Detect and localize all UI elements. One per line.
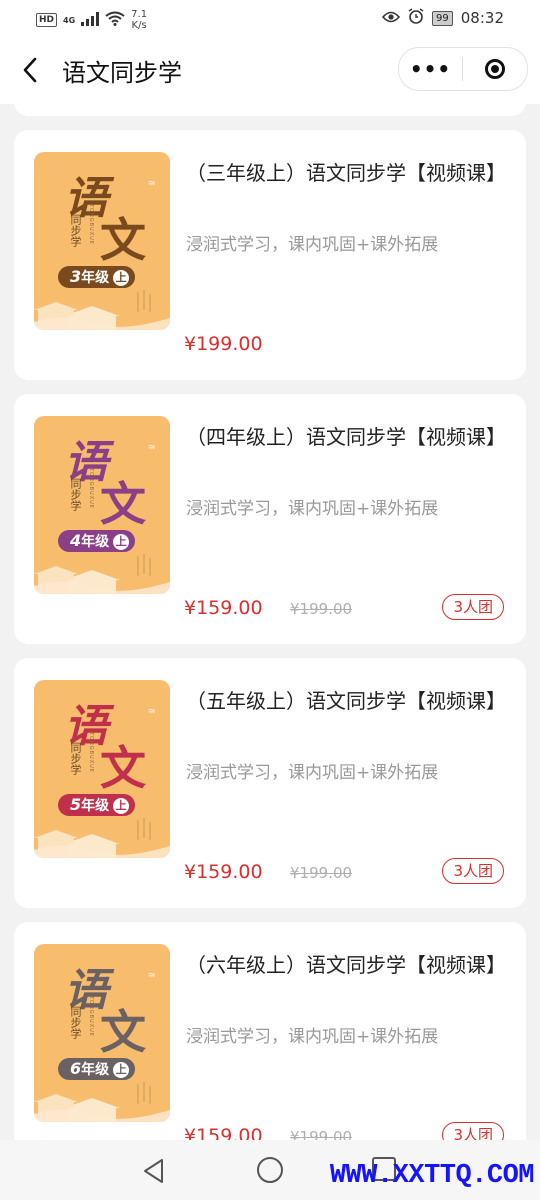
battery-icon: 99 xyxy=(432,10,453,26)
course-description: 浸润式学习，课内巩固+课外拓展 xyxy=(186,1027,439,1047)
cover-subtitle: 同步学 xyxy=(69,1006,82,1039)
cover-subtitle: 同步学 xyxy=(69,214,82,247)
course-cover[interactable]: ≃ 语同步学 TONGBUXUE 文 4年级上 xyxy=(34,416,170,594)
course-description: 浸润式学习，课内巩固+课外拓展 xyxy=(186,763,439,783)
page-title: 语文同步学 xyxy=(62,59,182,87)
close-button[interactable] xyxy=(463,59,526,79)
course-title[interactable]: （五年级上）语文同步学【视频课】 xyxy=(186,686,506,717)
alarm-icon xyxy=(408,8,424,28)
course-card[interactable]: ≃ 语同步学 TONGBUXUE 文 3年级上（三年级上）语文同步学【视频课】 浸润式学习… xyxy=(14,130,526,380)
watermark: WWW.XXTTQ.COM xyxy=(329,1161,535,1191)
cover-wen-char: 文 xyxy=(100,477,146,531)
course-description: 浸润式学习，课内巩固+课外拓展 xyxy=(186,235,439,255)
course-cover[interactable]: ≃ 语同步学 TONGBUXUE 文 3年级上 xyxy=(34,152,170,330)
status-right: 99 08:32 xyxy=(381,8,504,28)
eye-icon xyxy=(381,9,401,27)
course-title[interactable]: （三年级上）语文同步学【视频课】 xyxy=(186,158,506,189)
cover-wen-char: 文 xyxy=(100,741,146,795)
course-price: ¥159.00 xyxy=(184,1125,263,1140)
cloud-icon: ≃ xyxy=(147,706,156,717)
cover-pinyin: TONGBUXUE xyxy=(88,996,94,1037)
course-card[interactable]: ≃ 语同步学 TONGBUXUE 文 6年级上（六年级上）语文同步学【视频课】 浸润式学习… xyxy=(14,922,526,1140)
status-left: HD 4G 7.1 K/s xyxy=(36,9,147,31)
net-speed-unit: K/s xyxy=(131,20,147,31)
cover-pavilion-illustration xyxy=(34,1082,170,1122)
cloud-icon: ≃ xyxy=(147,178,156,189)
cover-pinyin: TONGBUXUE xyxy=(88,732,94,773)
hd-badge: HD xyxy=(36,13,58,27)
cover-subtitle: 同步学 xyxy=(69,742,82,775)
triangle-back-icon xyxy=(144,1159,163,1183)
original-price: ¥199.00 xyxy=(290,864,353,882)
home-button[interactable] xyxy=(257,1157,283,1183)
mini-program-capsule: ••• xyxy=(398,47,528,91)
course-price: ¥159.00 xyxy=(184,597,263,619)
cover-wen-char: 文 xyxy=(100,213,146,267)
status-bar: HD 4G 7.1 K/s 99 08:32 xyxy=(0,0,540,36)
cover-pinyin: TONGBUXUE xyxy=(88,468,94,509)
course-card[interactable]: ≃ 语同步学 TONGBUXUE 文 5年级上（五年级上）语文同步学【视频课】 浸润式学习… xyxy=(14,658,526,908)
net-speed-value: 7.1 xyxy=(131,9,148,20)
course-list: ≃ 语同步学 TONGBUXUE 文 3年级上（三年级上）语文同步学【视频课】 浸润式学习… xyxy=(0,104,540,1140)
signal-icon xyxy=(81,11,100,29)
original-price: ¥199.00 xyxy=(290,1128,353,1140)
more-dots-icon: ••• xyxy=(409,57,452,81)
course-title[interactable]: （六年级上）语文同步学【视频课】 xyxy=(186,950,506,981)
chevron-left-icon xyxy=(23,57,37,83)
original-price: ¥199.00 xyxy=(290,600,353,618)
course-cover[interactable]: ≃ 语同步学 TONGBUXUE 文 5年级上 xyxy=(34,680,170,858)
cloud-icon: ≃ xyxy=(147,970,156,981)
cover-pavilion-illustration xyxy=(34,818,170,858)
more-button[interactable]: ••• xyxy=(399,57,462,81)
cover-pinyin: TONGBUXUE xyxy=(88,204,94,245)
cover-pavilion-illustration xyxy=(34,290,170,330)
course-card[interactable]: ≃ 语同步学 TONGBUXUE 文 4年级上（四年级上）语文同步学【视频课】 浸润式学习… xyxy=(14,394,526,644)
group-buy-badge[interactable]: 3人团 xyxy=(442,1122,504,1140)
signal-label: 4G xyxy=(63,15,76,25)
nav-bar: 语文同步学 ••• xyxy=(0,36,540,104)
course-price: ¥199.00 xyxy=(184,333,263,355)
course-description: 浸润式学习，课内巩固+课外拓展 xyxy=(186,499,439,519)
cover-subtitle: 同步学 xyxy=(69,478,82,511)
course-cover[interactable]: ≃ 语同步学 TONGBUXUE 文 6年级上 xyxy=(34,944,170,1122)
net-speed: 7.1 K/s xyxy=(131,9,147,31)
course-title[interactable]: （四年级上）语文同步学【视频课】 xyxy=(186,422,506,453)
cover-pavilion-illustration xyxy=(34,554,170,594)
system-back-button[interactable] xyxy=(142,1158,166,1188)
back-button[interactable] xyxy=(14,54,46,86)
group-buy-badge[interactable]: 3人团 xyxy=(442,594,504,620)
cloud-icon: ≃ xyxy=(147,442,156,453)
cover-wen-char: 文 xyxy=(100,1005,146,1059)
previous-card-edge xyxy=(14,104,526,116)
clock-time: 08:32 xyxy=(460,9,504,27)
target-icon xyxy=(484,59,505,79)
course-price: ¥159.00 xyxy=(184,861,263,883)
group-buy-badge[interactable]: 3人团 xyxy=(442,858,504,884)
wifi-icon xyxy=(105,11,125,29)
